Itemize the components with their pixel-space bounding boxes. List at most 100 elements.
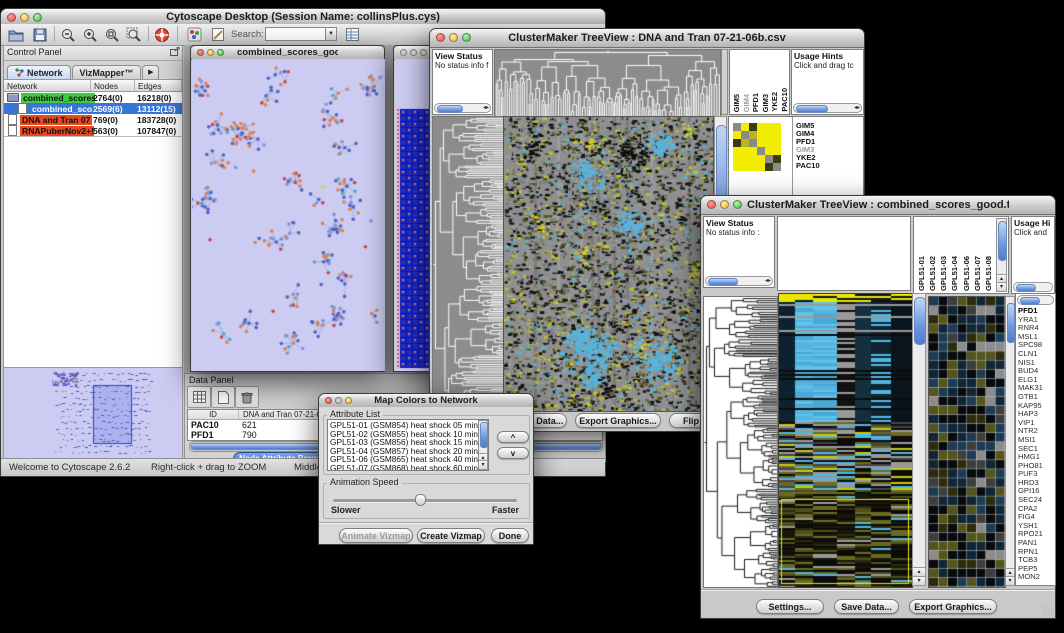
minimize-button[interactable] [720,200,729,209]
network-view-titlebar[interactable]: combined_scores_good.txt--cluste... [191,46,384,60]
tv1-column-label[interactable]: GIM5 [732,94,741,112]
tv2-zoom-heatmap[interactable] [928,296,1006,588]
zoom-selected-icon[interactable] [103,26,121,43]
tv2-column-label[interactable]: GPL51-08 (GSM872) [983,219,994,291]
mini-heatmap-cell[interactable] [773,139,781,147]
zoom-button[interactable] [217,49,224,56]
tv2-column-label[interactable]: GPL51-01 (GSM854) [916,219,927,291]
tv2-gene-vscrollbar[interactable]: ▴ ▾ [1005,296,1015,586]
treeview2-titlebar[interactable]: ClusterMaker TreeView : combined_scores_… [701,196,1055,215]
mini-heatmap-cell[interactable] [757,131,765,139]
close-button[interactable] [325,397,332,404]
mini-heatmap-cell[interactable] [741,123,749,131]
tv1-gene-label[interactable]: PAC10 [796,162,820,170]
delete-attribute-icon[interactable] [235,386,259,408]
mini-heatmap-cell[interactable] [749,131,757,139]
zoom-out-icon[interactable] [59,26,77,43]
attribute-list[interactable]: GPL51-01 (GSM854) heat shock 05 minGPL51… [327,419,489,471]
mini-heatmap-cell[interactable] [749,163,757,171]
minimize-button[interactable] [207,49,214,56]
close-button[interactable] [197,49,204,56]
tv2-labels-scrollbar[interactable]: ▴ ▾ [996,218,1007,292]
column-header-nodes[interactable]: Nodes [91,80,135,91]
mini-heatmap-cell[interactable] [741,139,749,147]
zoom-button[interactable] [33,13,42,22]
tv1-hints-scrollbar[interactable]: ◂▸ [793,103,862,113]
mini-heatmap-cell[interactable] [741,131,749,139]
tv1-mini-heatmap[interactable] [733,123,781,171]
search-dropdown-arrow[interactable]: ▼ [325,27,337,41]
tv2-column-label[interactable]: GPL51-03 (GSM856) [938,219,949,291]
zoom-button[interactable] [345,397,352,404]
tv1-column-label[interactable]: GIM4 [742,94,751,112]
tv1-column-label[interactable]: PAC10 [780,88,789,112]
mini-heatmap-cell[interactable] [757,123,765,131]
mini-heatmap-cell[interactable] [765,131,773,139]
mini-heatmap-cell[interactable] [757,155,765,163]
tv2-column-label[interactable]: GPL51-06 (GSM865) [961,219,972,291]
vizmap-icon[interactable] [185,26,203,43]
mini-heatmap-cell[interactable] [757,139,765,147]
minimize-button[interactable] [410,49,417,56]
mini-heatmap-cell[interactable] [765,147,773,155]
mini-heatmap-cell[interactable] [765,139,773,147]
tv2-status-scrollbar[interactable]: ◂▸ [705,276,773,286]
tv2-hints-scrollbar[interactable] [1013,282,1053,292]
zoom-button[interactable] [420,49,427,56]
minimize-button[interactable] [20,13,29,22]
tv2-vscrollbar[interactable]: ▴ ▾ [912,293,926,586]
tv2-heatmap[interactable] [778,293,913,588]
tv1-row-dendrogram[interactable] [432,116,504,412]
mini-heatmap-cell[interactable] [749,123,757,131]
mini-heatmap-cell[interactable] [773,147,781,155]
mini-heatmap-cell[interactable] [733,131,741,139]
tv2-export-graphics-button[interactable]: Export Graphics... [909,599,997,614]
mini-heatmap-cell[interactable] [741,147,749,155]
close-button[interactable] [400,49,407,56]
more-tabs-arrow[interactable]: ▶ [142,65,159,79]
zoom-button[interactable] [462,33,471,42]
mini-heatmap-cell[interactable] [773,131,781,139]
mini-heatmap-cell[interactable] [749,155,757,163]
network-table-row[interactable]: combined_scores2764(0)16218(0) [4,92,182,103]
mini-heatmap-cell[interactable] [733,163,741,171]
network-table-row[interactable]: combined_sco2569(6)13112(15) [4,103,182,114]
tab-vizmapper[interactable]: VizMapper™ [72,65,142,79]
mini-heatmap-cell[interactable] [765,123,773,131]
attr-col-id[interactable]: ID [188,410,239,419]
tv1-column-dendrogram[interactable] [494,49,721,117]
tab-network[interactable]: Network [7,65,71,79]
tv1-status-scrollbar[interactable]: ◂▸ [434,103,491,113]
mini-heatmap-cell[interactable] [749,147,757,155]
network-table-row[interactable]: DNA and Tran 07769(0)183728(0) [4,114,182,125]
column-header-network[interactable]: Network [4,80,91,91]
new-attribute-icon[interactable] [211,386,235,408]
tv1-column-label[interactable]: PFD1 [751,93,760,112]
close-button[interactable] [7,13,16,22]
tv1-splitter[interactable] [721,49,728,115]
close-button[interactable] [707,200,716,209]
mini-heatmap-cell[interactable] [765,163,773,171]
tv2-save-data-button[interactable]: Save Data... [834,599,899,614]
attribute-browser-icon[interactable] [343,26,361,43]
mini-heatmap-cell[interactable] [741,163,749,171]
minimize-button[interactable] [335,397,342,404]
create-vizmap-button[interactable]: Create Vizmap [417,528,485,543]
birdseye-canvas[interactable] [5,369,181,459]
float-panel-icon[interactable] [170,47,180,60]
attribute-select-icon[interactable] [187,386,211,408]
mini-heatmap-cell[interactable] [773,155,781,163]
tv2-column-label[interactable]: GPL51-07 (GSM868) [972,219,983,291]
zoom-button[interactable] [733,200,742,209]
column-header-edges[interactable]: Edges [135,80,182,91]
mini-heatmap-cell[interactable] [773,123,781,131]
network-canvas[interactable] [192,59,385,371]
zoom-fit-icon[interactable] [125,26,143,43]
zoom-in-icon[interactable] [81,26,99,43]
network-table-row[interactable]: RNAPuberNov2+!563(0)107847(0) [4,125,182,136]
annotation-icon[interactable] [209,26,227,43]
birdseye-view[interactable] [4,367,182,460]
close-button[interactable] [436,33,445,42]
attribute-list-item[interactable]: GPL51-07 (GSM868) heat shock 60 min [328,464,477,472]
mini-heatmap-cell[interactable] [773,163,781,171]
